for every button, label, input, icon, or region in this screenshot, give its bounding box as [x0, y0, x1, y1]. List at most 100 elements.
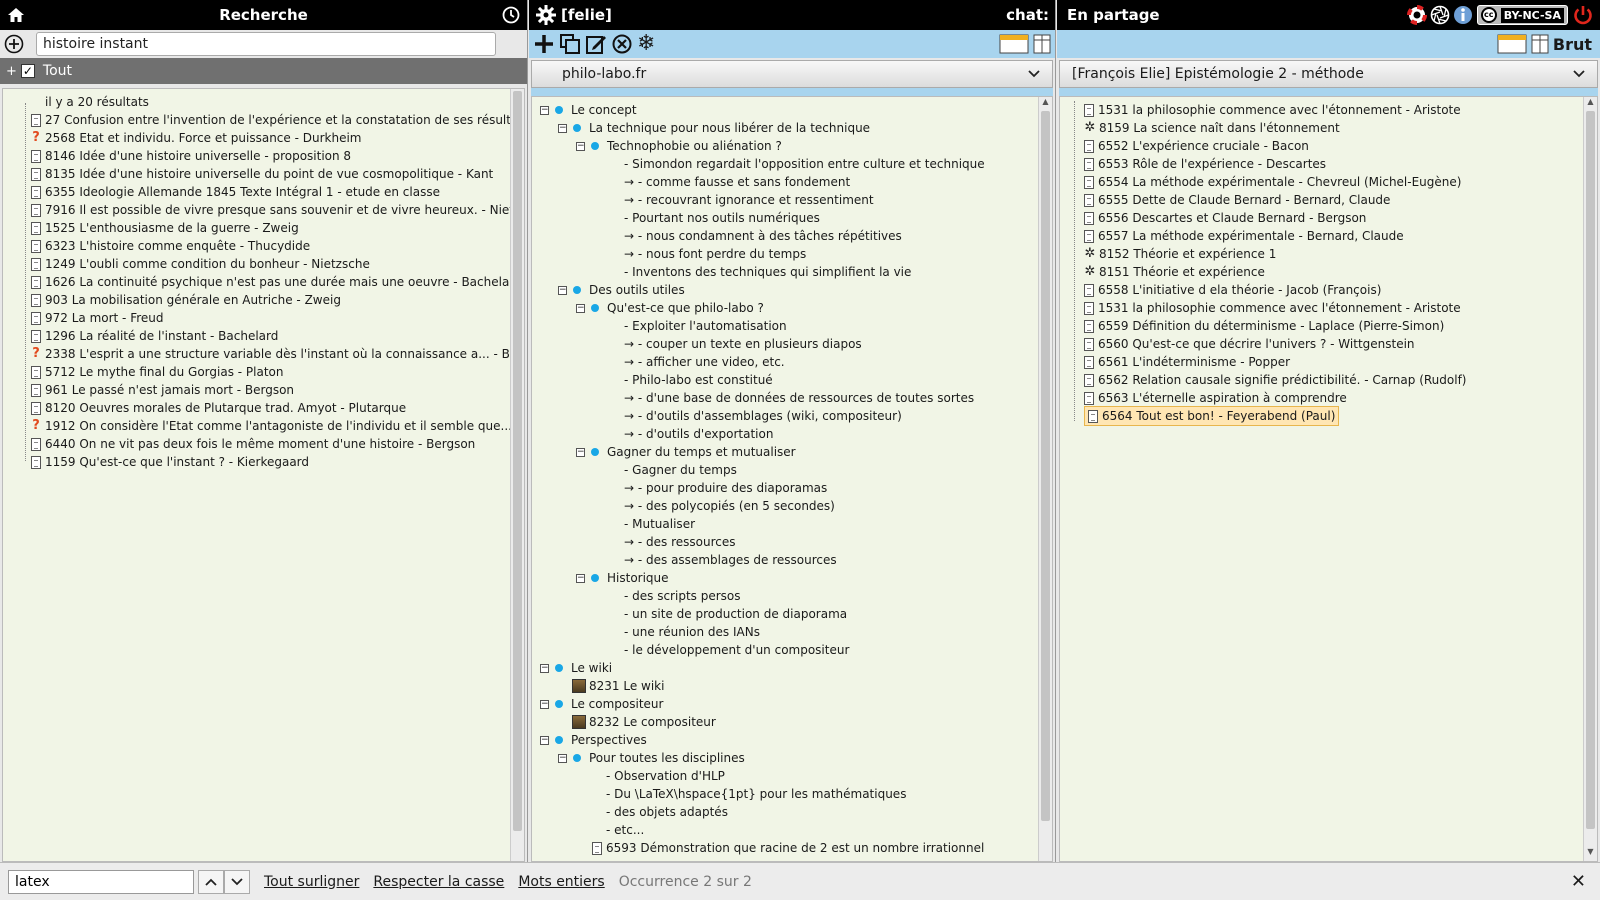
tree-node[interactable]: − Qu'est-ce que philo-labo ?	[540, 299, 1052, 317]
result-item[interactable]: 6323 L'histoire comme enquête - Thucydid…	[25, 237, 524, 255]
aperture-icon[interactable]	[1430, 5, 1450, 25]
shared-item[interactable]: 1531 la philosophie commence avec l'éton…	[1084, 101, 1597, 119]
shared-item[interactable]: 6556 Descartes et Claude Bernard - Bergs…	[1084, 209, 1597, 227]
tree-node[interactable]: - Exploiter l'automatisation	[540, 317, 1052, 335]
collapse-toggle-icon[interactable]: −	[558, 285, 567, 295]
scroll-thumb[interactable]	[1041, 111, 1050, 821]
tree-node[interactable]: - Pourtant nos outils numériques	[540, 209, 1052, 227]
shared-item[interactable]: 6558 L'initiative d ela théorie - Jacob …	[1084, 281, 1597, 299]
shared-item[interactable]: 6557 La méthode expérimentale - Bernard,…	[1084, 227, 1597, 245]
result-item[interactable]: 5712 Le mythe final du Gorgias - Platon	[25, 363, 524, 381]
site-dropdown[interactable]: philo-labo.fr	[531, 60, 1053, 88]
window-view-icon[interactable]	[999, 34, 1029, 54]
highlight-all-button[interactable]: Tout surligner	[264, 874, 359, 890]
scroll-up-icon[interactable]: ▲	[1039, 97, 1052, 109]
scroll-thumb[interactable]	[513, 91, 522, 831]
lifebuoy-icon[interactable]	[1406, 5, 1427, 25]
shared-item[interactable]: 6560 Qu'est-ce que décrire l'univers ? -…	[1084, 335, 1597, 353]
tree-node[interactable]: - etc...	[540, 821, 1052, 839]
find-previous-button[interactable]	[198, 869, 224, 894]
shared-item[interactable]: 6553 Rôle de l'expérience - Descartes	[1084, 155, 1597, 173]
result-item[interactable]: 1626 La continuité psychique n'est pas u…	[25, 273, 524, 291]
collapse-toggle-icon[interactable]: −	[540, 663, 549, 673]
chat-label[interactable]: chat:	[1006, 6, 1049, 24]
scroll-thumb[interactable]	[1586, 111, 1595, 829]
find-next-button[interactable]	[224, 869, 250, 894]
result-item[interactable]: ? 2338 L'esprit a une structure variable …	[25, 345, 524, 363]
tree-node[interactable]: - des scripts persos	[540, 587, 1052, 605]
result-item[interactable]: 8120 Oeuvres morales de Plutarque trad. …	[25, 399, 524, 417]
result-item[interactable]: 1249 L'oubli comme condition du bonheur …	[25, 255, 524, 273]
tree-node[interactable]: − Perspectives	[540, 731, 1052, 749]
result-item[interactable]: 7916 Il est possible de vivre presque sa…	[25, 201, 524, 219]
shared-item[interactable]: ✲ 8159 La science naît dans l'étonnement	[1084, 119, 1597, 137]
result-item[interactable]: 961 Le passé n'est jamais mort - Bergson	[25, 381, 524, 399]
tree-node[interactable]: − Des outils utiles	[540, 281, 1052, 299]
collapse-toggle-icon[interactable]: −	[558, 753, 567, 763]
tree-node[interactable]: → - des polycopiés (en 5 secondes)	[540, 497, 1052, 515]
tree-node[interactable]: → - d'outils d'assemblages (wiki, compos…	[540, 407, 1052, 425]
collapse-toggle-icon[interactable]: −	[540, 735, 549, 745]
tree-node[interactable]: → - nous font perdre du temps	[540, 245, 1052, 263]
tree-node[interactable]: → - recouvrant ignorance et ressentiment	[540, 191, 1052, 209]
shared-item[interactable]: 6563 L'éternelle aspiration à comprendre	[1084, 389, 1597, 407]
shared-item[interactable]: 6555 Dette de Claude Bernard - Bernard, …	[1084, 191, 1597, 209]
collapse-toggle-icon[interactable]: −	[540, 105, 549, 115]
tree-node[interactable]: → - des ressources	[540, 533, 1052, 551]
tree-node[interactable]: → - couper un texte en plusieurs diapos	[540, 335, 1052, 353]
tree-node[interactable]: 6593 Démonstration que racine de 2 est u…	[540, 839, 1052, 857]
tree-node[interactable]: → - nous condamnent à des tâches répétit…	[540, 227, 1052, 245]
collapse-toggle-icon[interactable]: −	[540, 699, 549, 709]
document-scrollbar[interactable]: ▲	[1038, 97, 1052, 861]
result-item[interactable]: ? 2568 Etat et individu. Force et puissan…	[25, 129, 524, 147]
scroll-down-icon[interactable]: ▼	[1584, 847, 1597, 859]
tree-node[interactable]: − Le wiki	[540, 659, 1052, 677]
result-item[interactable]: ? 1912 On considère l'Etat comme l'antago…	[25, 417, 524, 435]
tree-node[interactable]: → - d'une base de données de ressources …	[540, 389, 1052, 407]
home-icon[interactable]	[6, 6, 26, 24]
tree-node[interactable]: 8232 Le compositeur	[540, 713, 1052, 731]
result-item[interactable]: 972 La mort - Freud	[25, 309, 524, 327]
snowflake-icon[interactable]: ❄	[637, 33, 655, 55]
tree-node[interactable]: - Inventons des techniques qui simplifie…	[540, 263, 1052, 281]
result-item[interactable]: 1159 Qu'est-ce que l'instant ? - Kierkeg…	[25, 453, 524, 471]
match-case-button[interactable]: Respecter la casse	[373, 874, 504, 890]
tree-node[interactable]: → - d'outils d'exportation	[540, 425, 1052, 443]
tree-node[interactable]: - Mutualiser	[540, 515, 1052, 533]
result-item[interactable]: 8146 Idée d'une histoire universelle - p…	[25, 147, 524, 165]
gear-icon[interactable]	[535, 4, 557, 26]
collapse-toggle-icon[interactable]: −	[576, 303, 585, 313]
scroll-up-icon[interactable]: ▲	[1584, 97, 1597, 109]
duplicate-icon[interactable]	[559, 33, 581, 55]
tree-node[interactable]: - une réunion des IANs	[540, 623, 1052, 641]
collapse-toggle-icon[interactable]: −	[576, 447, 585, 457]
shared-item[interactable]: 6559 Définition du déterminisme - Laplac…	[1084, 317, 1597, 335]
shared-item[interactable]: ✲ 8152 Théorie et expérience 1	[1084, 245, 1597, 263]
tree-node[interactable]: - Observation d'HLP	[540, 767, 1052, 785]
find-input[interactable]	[8, 869, 194, 894]
tree-node[interactable]: − Technophobie ou aliénation ?	[540, 137, 1052, 155]
tree-node[interactable]: 8231 Le wiki	[540, 677, 1052, 695]
tree-node[interactable]: → - afficher une video, etc.	[540, 353, 1052, 371]
window-view-icon[interactable]	[1497, 34, 1527, 54]
tree-node[interactable]: → - pour produire des diaporamas	[540, 479, 1052, 497]
close-circle-icon[interactable]	[611, 33, 633, 55]
add-icon[interactable]	[533, 33, 555, 55]
tout-checkbox[interactable]: ✓	[20, 64, 35, 78]
tree-node[interactable]: - Du \LaTeX\hspace{1pt} pour les mathéma…	[540, 785, 1052, 803]
result-item[interactable]: 903 La mobilisation générale en Autriche…	[25, 291, 524, 309]
result-item[interactable]: 6355 Ideologie Allemande 1845 Texte Inté…	[25, 183, 524, 201]
close-icon[interactable]: ✕	[1571, 871, 1586, 892]
result-item[interactable]: 1525 L'enthousiasme de la guerre - Zweig	[25, 219, 524, 237]
shared-item[interactable]: 6562 Relation causale signifie prédictib…	[1084, 371, 1597, 389]
tree-node[interactable]: - Gagner du temps	[540, 461, 1052, 479]
result-item[interactable]: 6440 On ne vit pas deux fois le même mom…	[25, 435, 524, 453]
shared-item[interactable]: ✲ 8151 Théorie et expérience	[1084, 263, 1597, 281]
tree-node[interactable]: − La technique pour nous libérer de la te…	[540, 119, 1052, 137]
shared-scrollbar[interactable]: ▲ ▼	[1583, 97, 1597, 861]
history-icon[interactable]	[501, 5, 521, 25]
license-badge[interactable]: cc BY-NC-SA	[1476, 5, 1568, 25]
collapse-toggle-icon[interactable]: −	[576, 141, 585, 151]
tree-node[interactable]: → - des assemblages de ressources	[540, 551, 1052, 569]
expand-plus-icon[interactable]: +	[6, 64, 17, 79]
